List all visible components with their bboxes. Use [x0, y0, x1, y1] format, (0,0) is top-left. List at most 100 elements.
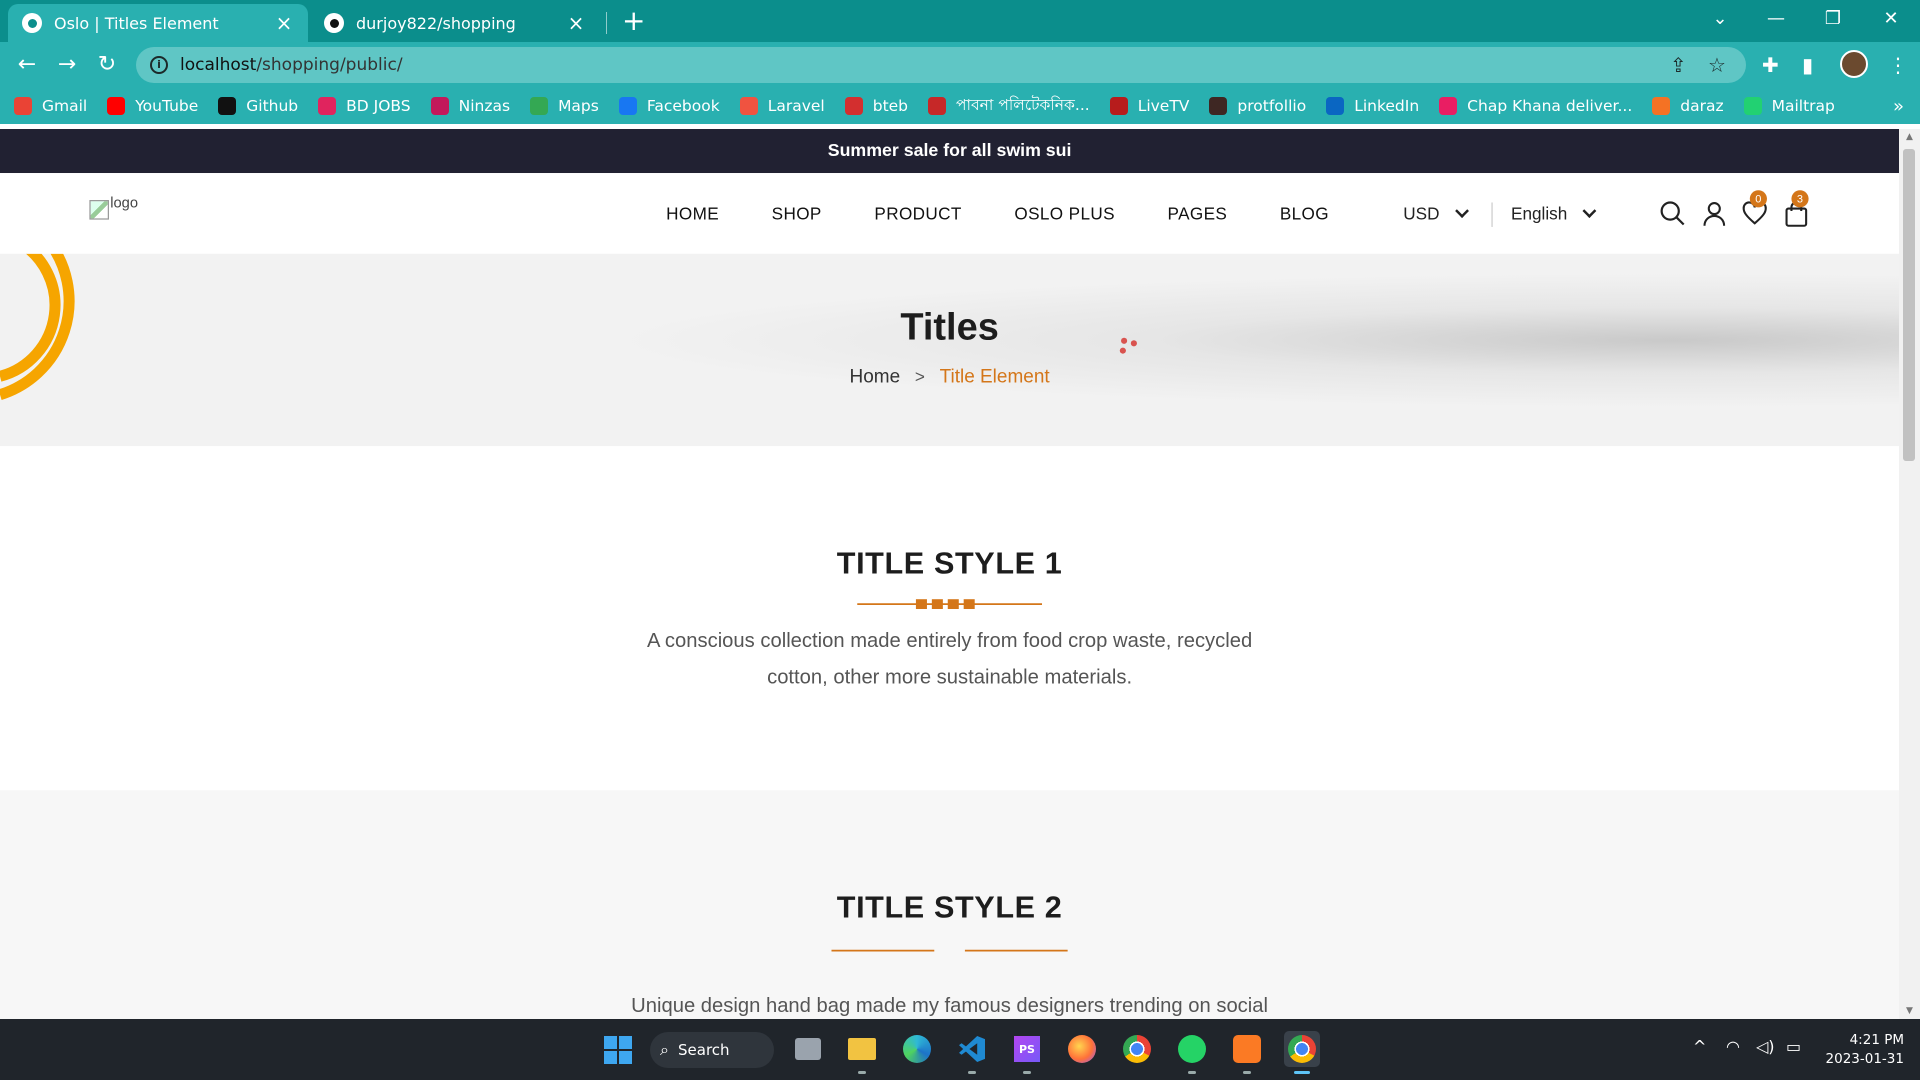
- tab-separator: [606, 12, 607, 34]
- section-description: A conscious collection made entirely fro…: [646, 629, 1253, 689]
- title-divider-squares: [857, 599, 1043, 610]
- clock-time: 4:21 PM: [1849, 1032, 1904, 1048]
- bookmark-item[interactable]: Ninzas: [430, 97, 510, 115]
- forward-icon[interactable]: →: [52, 50, 82, 80]
- bookmark-label: Laravel: [767, 97, 825, 115]
- bookmark-item[interactable]: Mailtrap: [1743, 97, 1835, 115]
- taskbar-search[interactable]: ⌕ Search: [650, 1032, 774, 1068]
- extensions-icon[interactable]: ✚: [1762, 50, 1779, 80]
- scroll-up-icon[interactable]: ▲: [1899, 132, 1920, 142]
- bookmark-item[interactable]: protfollio: [1209, 97, 1306, 115]
- nav-home[interactable]: HOME: [666, 204, 719, 224]
- bookmark-item[interactable]: bteb: [844, 97, 908, 115]
- portfolio-icon: [1209, 97, 1228, 115]
- bookmark-item[interactable]: Maps: [530, 97, 599, 115]
- volume-icon[interactable]: ◁): [1756, 1037, 1775, 1056]
- language-value: English: [1511, 203, 1568, 224]
- file-explorer-icon[interactable]: [844, 1031, 880, 1067]
- page-scrollbar[interactable]: ▲ ▼: [1899, 129, 1920, 1019]
- scroll-down-icon[interactable]: ▼: [1899, 1006, 1920, 1016]
- tab-oslo-titles[interactable]: Oslo | Titles Element ×: [8, 4, 308, 42]
- close-tab-icon[interactable]: ×: [274, 11, 294, 35]
- side-panel-icon[interactable]: ▮: [1802, 50, 1813, 80]
- bookmark-item[interactable]: daraz: [1652, 97, 1724, 115]
- title-style-1-section: TITLE STYLE 1 A conscious collection mad…: [0, 446, 1899, 791]
- section-description: Unique design hand bag made my famous de…: [631, 994, 1269, 1017]
- back-icon[interactable]: ←: [12, 50, 42, 80]
- section-title: TITLE STYLE 2: [836, 890, 1063, 925]
- xampp-icon[interactable]: [1229, 1031, 1265, 1067]
- windows-start-icon[interactable]: [603, 1035, 633, 1065]
- running-indicator: [1188, 1071, 1196, 1074]
- facebook-icon: [618, 97, 637, 115]
- tab-title: Oslo | Titles Element: [54, 13, 219, 33]
- breadcrumb: Home > Title Element: [0, 367, 1899, 389]
- battery-icon[interactable]: ▭: [1786, 1037, 1801, 1056]
- system-clock[interactable]: 4:21 PM 2023-01-31: [1822, 1031, 1904, 1069]
- whatsapp-icon[interactable]: [1174, 1031, 1210, 1067]
- bookmark-item[interactable]: পাবনা পলিটেকনিক...: [928, 93, 1090, 119]
- active-app-indicator: [1294, 1071, 1310, 1074]
- chrome-profile-icon[interactable]: [1284, 1031, 1320, 1067]
- bookmark-item[interactable]: YouTube: [107, 97, 198, 115]
- site-info-icon[interactable]: i: [150, 56, 168, 74]
- nav-oslo-plus[interactable]: OSLO PLUS: [1014, 204, 1115, 224]
- nav-shop[interactable]: SHOP: [772, 204, 822, 224]
- nav-blog[interactable]: BLOG: [1280, 204, 1329, 224]
- show-hidden-icons[interactable]: ^: [1693, 1037, 1706, 1056]
- edge-icon[interactable]: [899, 1031, 935, 1067]
- restore-icon[interactable]: ❐: [1813, 4, 1853, 34]
- close-tab-icon[interactable]: ×: [566, 11, 586, 35]
- chevron-down-icon: [1582, 204, 1597, 218]
- tab-github-shopping[interactable]: durjoy822/shopping ×: [310, 4, 600, 42]
- pabna-icon: [928, 97, 947, 115]
- nav-pages[interactable]: PAGES: [1168, 204, 1228, 224]
- maps-icon: [530, 97, 549, 115]
- browser-toolbar: ← → ↻ i localhost/shopping/public/ ⇪ ☆ ✚…: [0, 42, 1920, 88]
- bookmark-star-icon[interactable]: ☆: [1708, 50, 1726, 80]
- profile-avatar[interactable]: [1840, 50, 1868, 78]
- currency-select[interactable]: USD: [1403, 203, 1469, 224]
- share-icon[interactable]: ⇪: [1670, 50, 1687, 80]
- reload-icon[interactable]: ↻: [92, 50, 122, 80]
- phpstorm-icon[interactable]: PS: [1009, 1031, 1045, 1067]
- site-header: logo HOME SHOP PRODUCT OSLO PLUS PAGES B…: [0, 173, 1899, 254]
- wifi-icon[interactable]: ◠: [1726, 1037, 1740, 1056]
- nav-product[interactable]: PRODUCT: [874, 204, 961, 224]
- bookmark-item[interactable]: Github: [218, 97, 298, 115]
- task-view-icon[interactable]: [790, 1031, 826, 1067]
- page-title: Titles: [900, 305, 999, 349]
- bookmark-item[interactable]: Gmail: [14, 97, 87, 115]
- vscode-icon[interactable]: [954, 1031, 990, 1067]
- scrollbar-thumb[interactable]: [1903, 149, 1915, 461]
- chrome-icon[interactable]: [1119, 1031, 1155, 1067]
- bookmark-item[interactable]: LinkedIn: [1326, 97, 1419, 115]
- bookmark-item[interactable]: Laravel: [739, 97, 825, 115]
- menu-kebab-icon[interactable]: ⋮: [1888, 50, 1908, 80]
- windows-taskbar: ⌕ Search PS ^ ◠ ◁) ▭ 4:21 PM 2023-01-31: [0, 1019, 1920, 1080]
- cart-count-badge: 3: [1791, 190, 1809, 208]
- new-tab-icon[interactable]: +: [622, 6, 645, 36]
- bookmark-item[interactable]: BD JOBS: [318, 97, 411, 115]
- bookmarks-overflow-icon[interactable]: »: [1893, 96, 1904, 117]
- bookmark-item[interactable]: Facebook: [618, 97, 720, 115]
- tab-search-chevron-icon[interactable]: ⌄: [1700, 4, 1740, 34]
- address-bar[interactable]: i localhost/shopping/public/ ⇪ ☆: [136, 47, 1746, 83]
- gmail-icon: [14, 97, 32, 115]
- language-select[interactable]: English: [1511, 203, 1597, 224]
- firefox-icon[interactable]: [1064, 1031, 1100, 1067]
- bookmark-item[interactable]: Chap Khana deliver...: [1439, 97, 1632, 115]
- mailtrap-icon: [1743, 97, 1762, 115]
- bookmark-item[interactable]: LiveTV: [1109, 97, 1189, 115]
- minimize-icon[interactable]: —: [1756, 4, 1796, 34]
- currency-value: USD: [1403, 203, 1440, 224]
- breadcrumb-home[interactable]: Home: [850, 367, 901, 388]
- search-icon[interactable]: [1659, 200, 1686, 227]
- bdjobs-icon: [318, 97, 337, 115]
- bteb-icon: [844, 97, 863, 115]
- site-logo[interactable]: logo: [89, 194, 138, 220]
- close-window-icon[interactable]: ✕: [1871, 4, 1911, 34]
- tab-title: durjoy822/shopping: [356, 13, 516, 33]
- account-icon[interactable]: [1701, 200, 1728, 227]
- header-divider: [1491, 202, 1493, 227]
